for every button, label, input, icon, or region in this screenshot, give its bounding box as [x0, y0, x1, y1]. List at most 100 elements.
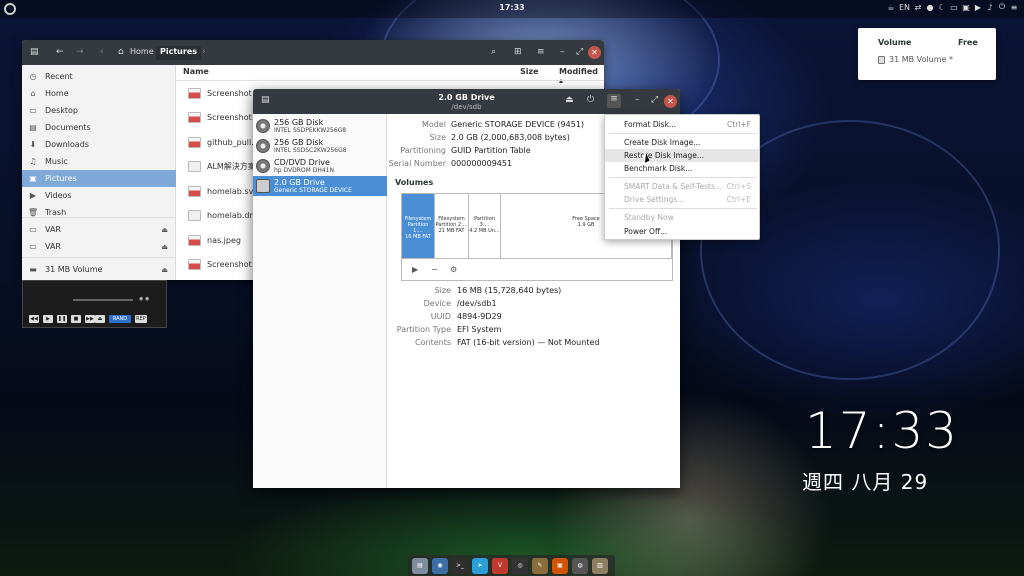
activities-button[interactable] [4, 3, 16, 15]
volume-icon[interactable]: ◉ ◉ [139, 296, 159, 302]
forward-icon[interactable]: → [76, 47, 84, 57]
file-item[interactable]: Screenshot f [188, 110, 257, 126]
tray-icon[interactable]: ▭ [950, 3, 958, 12]
sidebar-item[interactable]: ▤ Documents [22, 119, 176, 136]
impress-icon[interactable]: ▣ [552, 558, 568, 574]
file-item[interactable]: ALM解決方案 [188, 159, 256, 175]
drive-info-label: Size [429, 133, 446, 142]
gimp-icon[interactable]: ✎ [532, 558, 548, 574]
sidebar-item[interactable]: ▭ VAR ⏏ [22, 238, 176, 255]
tray-icon[interactable]: ☾ [938, 3, 946, 12]
path-left-icon[interactable]: ‹ [100, 47, 104, 57]
file-item[interactable]: homelab.svg [188, 183, 258, 199]
player-button[interactable]: REP [135, 315, 147, 323]
minimize-icon[interactable]: – [635, 95, 640, 105]
sidebar-item[interactable]: ▭ Desktop [22, 102, 176, 119]
sidebar-item[interactable]: 🗑 Trash [22, 204, 176, 221]
archive-icon[interactable]: ▥ [592, 558, 608, 574]
sidebar-item[interactable]: ⌂ Home [22, 85, 176, 102]
image-file-icon [188, 234, 201, 246]
tray-icon[interactable]: ● [926, 3, 934, 12]
file-item[interactable]: homelab.dra [188, 208, 258, 224]
file-item[interactable]: Screenshot f [188, 257, 257, 273]
view-grid-icon[interactable]: ⊞ [514, 47, 522, 57]
tray-icon[interactable]: ⏻ [998, 2, 1006, 12]
player-button[interactable]: ❚❚ [57, 315, 67, 323]
file-item[interactable]: nas.jpeg [188, 232, 241, 248]
tray-icon[interactable]: ≡ [1010, 3, 1018, 12]
search-icon[interactable]: ⌕ [491, 47, 496, 57]
partition-segment[interactable]: Partition 3:... 4.2 MB Un... [469, 194, 501, 258]
file-name: homelab.svg [207, 186, 259, 196]
volume-entry[interactable]: 31 MB Volume * [878, 55, 953, 64]
eject-icon[interactable]: ⏏ [161, 266, 168, 274]
tray-icon[interactable]: ☕ [887, 3, 895, 12]
sidebar-item[interactable]: ▬ 31 MB Volume ⏏ [22, 261, 176, 278]
eject-icon[interactable]: ⏏ [161, 243, 168, 251]
modified-column-header[interactable]: Modified ▴ [559, 67, 604, 85]
menu-item[interactable]: Format Disk... Ctrl+F [605, 118, 759, 131]
menu-item[interactable]: Benchmark Disk... [605, 162, 759, 175]
drive-icon: ▬ [29, 265, 37, 274]
tray-icon[interactable]: ▶ [974, 3, 982, 12]
partition-segment[interactable]: Filesystem Partition 2:... 21 MB FAT [435, 194, 469, 258]
name-column-header[interactable]: Name [183, 67, 209, 76]
menu-item-label: Benchmark Disk... [624, 164, 693, 173]
back-icon[interactable]: ← [56, 47, 64, 57]
tray-icon[interactable]: ⇄ [914, 3, 922, 12]
seek-bar[interactable] [73, 299, 133, 301]
browser-icon[interactable]: ◉ [432, 558, 448, 574]
breadcrumb-home[interactable]: Home [126, 46, 158, 60]
tray-icon[interactable]: EN [899, 3, 910, 12]
maximize-icon[interactable]: ⤢ [576, 47, 583, 57]
drive-info-label: Partitioning [400, 146, 446, 155]
menu-icon[interactable]: ≡ [537, 47, 545, 57]
player-button[interactable]: ◀◀ [29, 315, 39, 323]
obs-icon[interactable]: ◎ [512, 558, 528, 574]
sidebar-item[interactable]: ◷ Recent [22, 68, 176, 85]
mount-icon[interactable]: ▶ [412, 265, 418, 274]
tray-icon[interactable]: ♪ [986, 3, 994, 12]
files-icon[interactable]: ▤ [412, 558, 428, 574]
app-menu-icon[interactable]: ▤ [30, 47, 39, 57]
minimize-icon[interactable]: – [560, 47, 565, 57]
player-button[interactable]: RAND [109, 315, 131, 323]
player-button[interactable]: ▶ [43, 315, 53, 323]
close-button[interactable]: ✕ [588, 46, 601, 59]
player-button[interactable]: ⏏ [95, 315, 105, 323]
eject-icon[interactable]: ⏏ [565, 95, 574, 105]
power-icon[interactable]: ⏻ [587, 95, 594, 105]
terminal-icon[interactable]: >_ [452, 558, 468, 574]
maximize-icon[interactable]: ⤢ [651, 95, 658, 105]
file-item[interactable]: github_pull.p [188, 134, 259, 150]
menu-item[interactable]: Create Disk Image... [605, 136, 759, 149]
panel-clock[interactable]: 17:33 [492, 3, 532, 12]
drive-text: 256 GB Disk INTEL SSDPEKKW256G8 [274, 118, 346, 134]
eject-icon[interactable]: ⏏ [161, 226, 168, 234]
sidebar-item[interactable]: ▭ VAR ⏏ [22, 221, 176, 238]
sidebar-item[interactable]: ▣ Pictures [22, 170, 176, 187]
file-item[interactable]: Screenshot f [188, 85, 257, 101]
drive-menu-icon[interactable]: ≡ [607, 94, 621, 108]
size-column-header[interactable]: Size [520, 67, 539, 76]
delete-partition-icon[interactable]: − [431, 265, 438, 274]
sidebar-item[interactable]: ⬇ Downloads [22, 136, 176, 153]
breadcrumb-pictures[interactable]: Pictures [156, 46, 201, 60]
partition-options-icon[interactable]: ⚙ [450, 265, 457, 274]
path-right-icon[interactable]: › [202, 47, 206, 57]
vivaldi-icon[interactable]: V [492, 558, 508, 574]
sidebar-item[interactable]: ▶ Videos [22, 187, 176, 204]
sidebar-item[interactable]: ♫ Music [22, 153, 176, 170]
telegram-icon[interactable]: ➤ [472, 558, 488, 574]
partition-segment[interactable]: Filesystem Partition 1:... 16 MB FAT [402, 194, 435, 258]
drive-icon: ▭ [29, 225, 37, 234]
disks-icon[interactable]: ◍ [572, 558, 588, 574]
menu-item[interactable]: Restore Disk Image... [605, 149, 759, 162]
player-button[interactable]: ■ [71, 315, 81, 323]
close-button[interactable]: ✕ [664, 95, 677, 108]
drive-item[interactable]: 2.0 GB Drive Generic STORAGE DEVICE [253, 176, 387, 196]
menu-item[interactable]: Power Off... [605, 225, 759, 238]
tray-icon[interactable]: ▣ [962, 3, 970, 12]
player-button[interactable]: ▶▶ [85, 315, 95, 323]
partition-segment-text: 4.2 MB Un... [469, 228, 500, 234]
